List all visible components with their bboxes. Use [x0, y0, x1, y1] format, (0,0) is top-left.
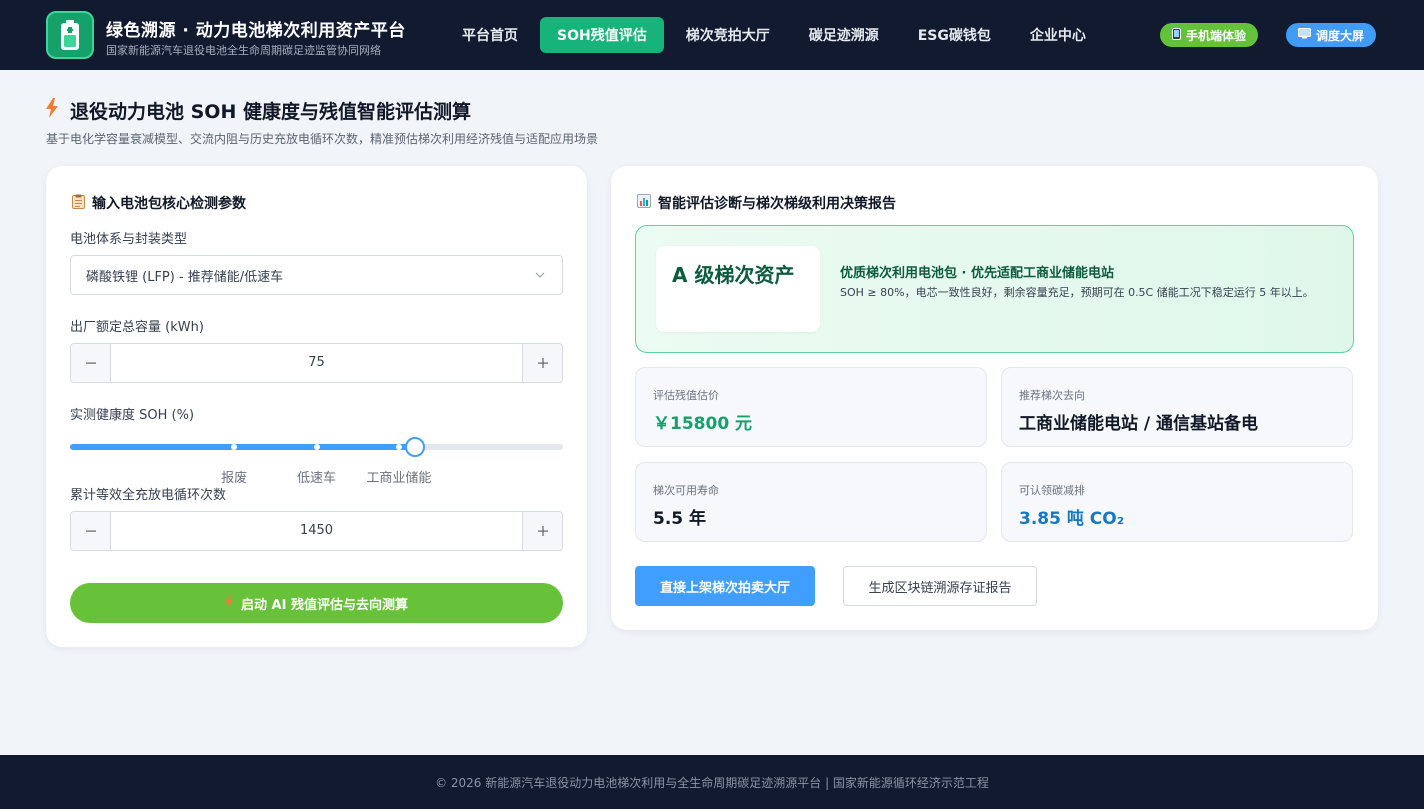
nav-carbon-trace[interactable]: 碳足迹溯源	[792, 17, 896, 53]
lightning-icon	[46, 98, 58, 123]
clipboard-icon	[72, 194, 85, 213]
cycles-stepper: 1450	[70, 511, 563, 551]
chemistry-label: 电池体系与封装类型	[70, 232, 188, 247]
residual-value-label: 评估残值估价	[653, 389, 719, 402]
capacity-decrease-button[interactable]	[71, 344, 111, 382]
soh-slider-stop	[395, 444, 402, 450]
soh-slider-stop	[313, 444, 320, 450]
report-card-heading: 智能评估诊断与梯次梯级利用决策报告	[637, 193, 896, 213]
residual-value-stat: 评估残值估价 ￥15800 元	[635, 367, 987, 447]
soh-mark-commercial-storage[interactable]: 工商业储能	[366, 467, 431, 486]
page-title-text: 退役动力电池 SOH 健康度与残值智能评估测算	[70, 101, 471, 123]
brand-title: 绿色溯源 · 动力电池梯次利用资产平台	[106, 21, 406, 41]
dispatch-screen-button[interactable]: 调度大屏	[1286, 23, 1377, 47]
bar-chart-icon	[637, 194, 651, 212]
cycles-label: 累计等效全充放电循环次数	[70, 488, 227, 503]
residual-value: ￥15800 元	[653, 414, 753, 434]
input-card-heading: 输入电池包核心检测参数	[72, 193, 246, 213]
capacity-input[interactable]: 75	[111, 344, 522, 382]
recommended-destination-label: 推荐梯次去向	[1019, 389, 1085, 402]
cycles-decrease-button[interactable]	[71, 512, 111, 550]
grade-description: SOH ≥ 80%，电芯一致性良好，剩余容量充足，预期可在 0.5C 储能工况下…	[840, 286, 1314, 299]
soh-slider-fill	[70, 444, 416, 450]
generate-blockchain-report-button[interactable]: 生成区块链溯源存证报告	[843, 566, 1037, 606]
battery-input-card: 输入电池包核心检测参数 电池体系与封装类型 磷酸铁锂 (LFP) - 推荐储能/…	[46, 166, 587, 647]
cycles-input[interactable]: 1450	[111, 512, 522, 550]
footer: © 2026 新能源汽车退役动力电池梯次利用与全生命周期碳足迹溯源平台 | 国家…	[0, 755, 1424, 809]
brand-subtitle: 国家新能源汽车退役电池全生命周期碳足迹监管协同网络	[106, 44, 381, 57]
chemistry-select[interactable]: 磷酸铁锂 (LFP) - 推荐储能/低速车	[70, 255, 563, 295]
capacity-label: 出厂额定总容量 (kWh)	[70, 320, 204, 335]
grade-title: 优质梯次利用电池包 · 优先适配工商业储能电站	[840, 266, 1114, 281]
recommended-destination: 工商业储能电站 / 通信基站备电	[1019, 414, 1259, 434]
list-auction-button[interactable]: 直接上架梯次拍卖大厅	[635, 566, 815, 606]
nav-esg-wallet[interactable]: ESG碳钱包	[901, 17, 1008, 53]
carbon-reduction: 3.85 吨 CO₂	[1019, 509, 1125, 529]
evaluation-report-card: 智能评估诊断与梯次梯级利用决策报告 A 级梯次资产 优质梯次利用电池包 · 优先…	[611, 166, 1378, 630]
soh-slider[interactable]	[70, 437, 563, 457]
cycles-increase-button[interactable]	[522, 512, 562, 550]
start-evaluation-button[interactable]: 启动 AI 残值评估与去向测算	[70, 583, 563, 623]
carbon-reduction-stat: 可认领碳减排 3.85 吨 CO₂	[1001, 462, 1353, 542]
soh-mark-low-speed-vehicle[interactable]: 低速车	[297, 467, 336, 486]
capacity-increase-button[interactable]	[522, 344, 562, 382]
soh-slider-thumb[interactable]	[405, 437, 426, 457]
carbon-reduction-label: 可认领碳减排	[1019, 484, 1085, 497]
usable-life-stat: 梯次可用寿命 5.5 年	[635, 462, 987, 542]
footer-text: © 2026 新能源汽车退役动力电池梯次利用与全生命周期碳足迹溯源平台 | 国家…	[435, 775, 989, 790]
grade-summary-panel: A 级梯次资产 优质梯次利用电池包 · 优先适配工商业储能电站 SOH ≥ 80…	[635, 225, 1354, 353]
chevron-down-icon	[534, 269, 546, 281]
nav-enterprise-center[interactable]: 企业中心	[1013, 17, 1103, 53]
mobile-experience-button[interactable]: 手机端体验	[1160, 23, 1259, 47]
lightning-icon	[225, 594, 233, 612]
top-navigation-bar: 绿色溯源 · 动力电池梯次利用资产平台 国家新能源汽车退役电池全生命周期碳足迹监…	[0, 0, 1424, 70]
soh-label: 实测健康度 SOH (%)	[70, 408, 195, 423]
chemistry-selected-value: 磷酸铁锂 (LFP) - 推荐储能/低速车	[86, 269, 284, 285]
monitor-icon	[1298, 28, 1311, 42]
dispatch-screen-label: 调度大屏	[1316, 28, 1365, 43]
battery-logo-icon[interactable]	[46, 11, 94, 59]
usable-life-label: 梯次可用寿命	[653, 484, 719, 497]
usable-life: 5.5 年	[653, 509, 707, 529]
capacity-stepper: 75	[70, 343, 563, 383]
nav-soh-evaluation[interactable]: SOH残值评估	[540, 17, 664, 53]
phone-icon	[1172, 27, 1181, 43]
nav-home[interactable]: 平台首页	[445, 17, 535, 53]
mobile-experience-label: 手机端体验	[1186, 28, 1247, 43]
main-nav: 平台首页 SOH残值评估 梯次竞拍大厅 碳足迹溯源 ESG碳钱包 企业中心	[445, 17, 1108, 53]
page-subtitle: 基于电化学容量衰减模型、交流内阻与历史充放电循环次数，精准预估梯次利用经济残值与…	[46, 132, 599, 146]
report-card-heading-text: 智能评估诊断与梯次梯级利用决策报告	[658, 196, 896, 212]
grade-badge: A 级梯次资产	[656, 246, 820, 332]
nav-auction-hall[interactable]: 梯次竞拍大厅	[669, 17, 787, 53]
recommended-destination-stat: 推荐梯次去向 工商业储能电站 / 通信基站备电	[1001, 367, 1353, 447]
start-evaluation-label: 启动 AI 残值评估与去向测算	[241, 597, 408, 613]
page-title: 退役动力电池 SOH 健康度与残值智能评估测算	[46, 97, 471, 124]
input-card-heading-text: 输入电池包核心检测参数	[92, 196, 246, 212]
